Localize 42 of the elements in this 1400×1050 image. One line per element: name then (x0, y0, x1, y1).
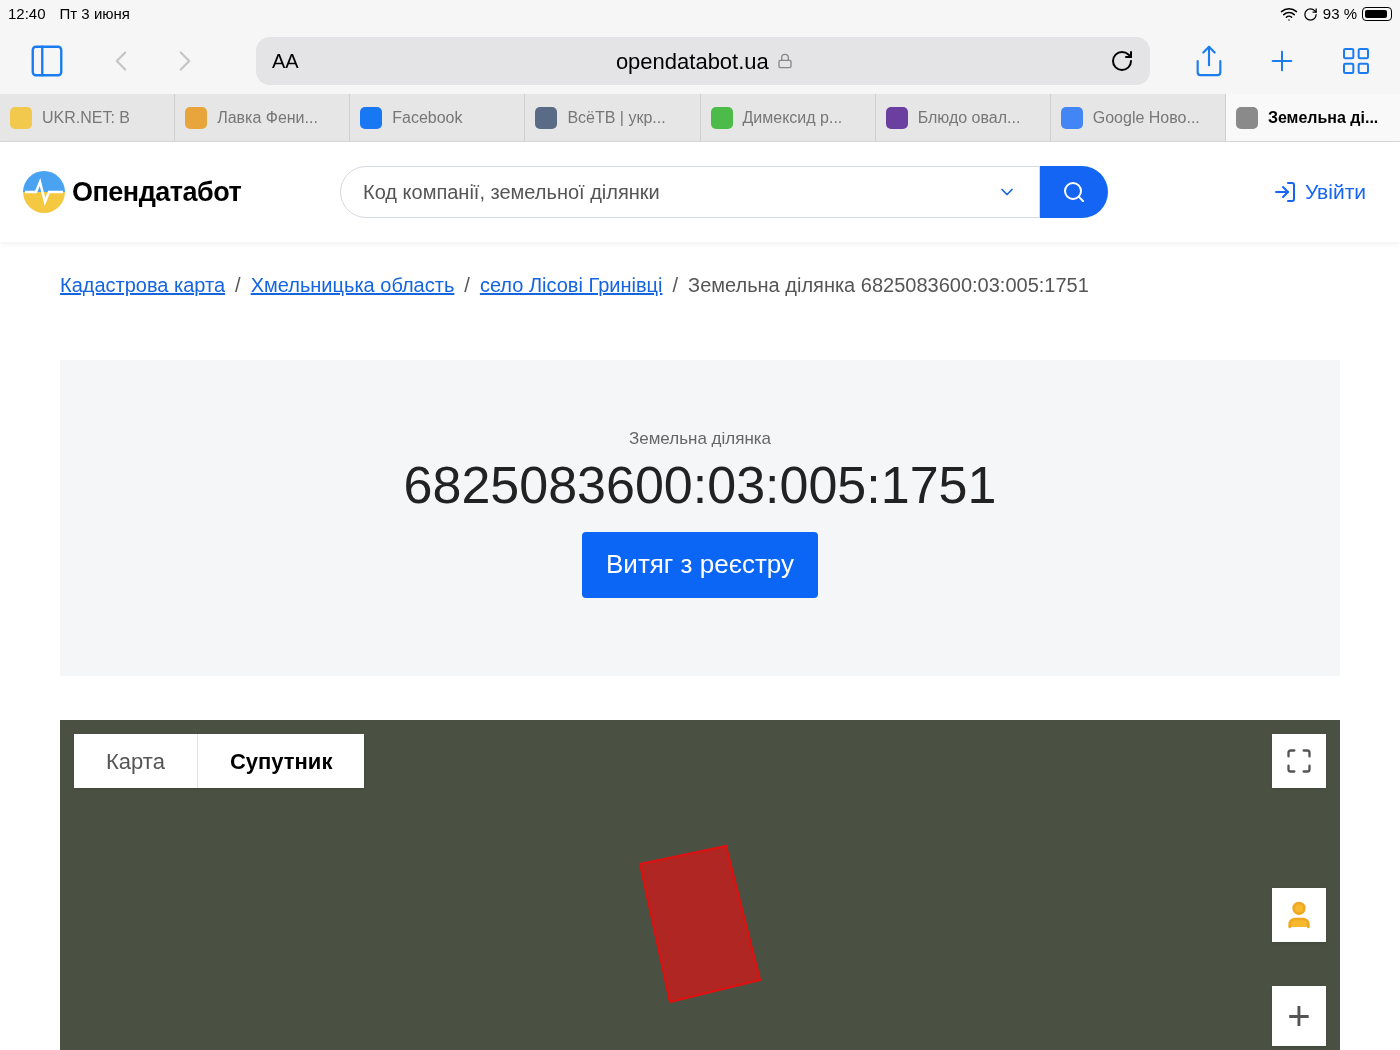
search-icon (1062, 180, 1086, 204)
breadcrumb-separator: / (672, 273, 679, 298)
parcel-caption: Земельна ділянка (628, 428, 772, 450)
breadcrumb-separator: / (235, 273, 241, 298)
browser-tab[interactable]: Google Ново... (1050, 94, 1226, 141)
reload-icon[interactable] (1110, 49, 1134, 73)
browser-tab[interactable]: Блюдо овал... (875, 94, 1051, 141)
map-type-tab[interactable]: Супутник (197, 734, 365, 788)
breadcrumb-link[interactable]: Хмельницька область (250, 270, 455, 300)
fullscreen-button[interactable] (1272, 734, 1326, 788)
street-view-button[interactable] (1272, 888, 1326, 942)
text-size-button[interactable]: AA (272, 46, 299, 76)
logo-text: Опендатабот (72, 175, 242, 209)
breadcrumb-link[interactable]: Кадастрова карта (60, 270, 226, 300)
tabs-overview-icon[interactable] (1340, 45, 1372, 77)
search-button[interactable] (1040, 166, 1108, 218)
browser-tab[interactable]: Facebook (350, 94, 526, 141)
battery-icon (1362, 7, 1392, 21)
fullscreen-icon (1285, 747, 1313, 775)
login-icon (1272, 180, 1297, 204)
logo-icon (22, 170, 66, 214)
browser-tab[interactable]: Димексид р... (700, 94, 876, 141)
breadcrumb-separator: / (464, 273, 470, 298)
breadcrumb-link[interactable]: село Лісові Гринівці (479, 270, 663, 300)
wifi-icon (1279, 5, 1298, 23)
status-date: Пт 3 июня (59, 3, 130, 24)
lock-icon (776, 53, 793, 69)
parcel-number: 6825083600:03:005:1751 (403, 454, 997, 516)
login-link[interactable]: Увійти (1272, 176, 1366, 208)
zoom-in-button[interactable]: + (1272, 986, 1326, 1046)
status-time: 12:40 (8, 3, 46, 24)
registry-extract-button[interactable]: Витяг з реєстру (582, 531, 818, 598)
url-text: opendatabot.ua (615, 47, 769, 76)
browser-tab[interactable]: ВсёТВ | укр... (525, 94, 701, 141)
address-bar[interactable]: AA opendatabot.ua (256, 37, 1150, 85)
browser-tab[interactable]: UKR.NET: В (0, 94, 176, 141)
browser-tab[interactable]: Лавка Фени... (175, 94, 351, 141)
breadcrumb-current: Земельна ділянка 6825083600:03:005:1751 (688, 273, 1089, 298)
map-type-tab[interactable]: Карта (74, 734, 198, 788)
satellite-map[interactable]: Карта Супутник + (60, 720, 1340, 1050)
battery-percent: 93 % (1322, 3, 1357, 24)
search-input[interactable]: Код компанії, земельної ділянки (363, 177, 997, 207)
